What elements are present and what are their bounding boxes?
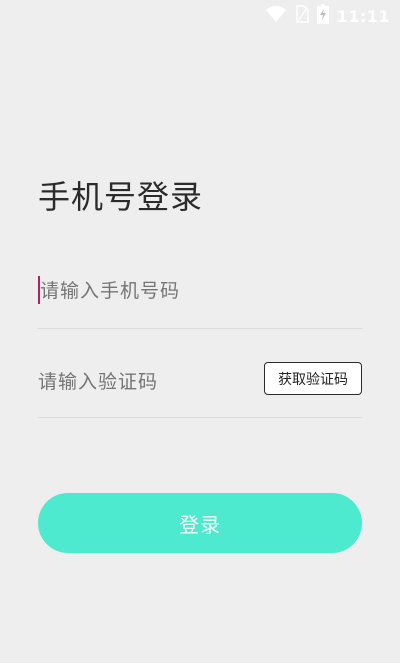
wifi-icon (265, 5, 287, 27)
phone-field (38, 262, 362, 329)
get-code-button[interactable]: 获取验证码 (264, 362, 362, 395)
status-bar: 11:11 (0, 0, 400, 32)
verification-code-field: 获取验证码 (38, 352, 362, 418)
status-time: 11:11 (336, 6, 390, 26)
phone-number-input[interactable] (40, 280, 260, 302)
page-title: 手机号登录 (38, 178, 204, 216)
status-icons: 11:11 (265, 4, 390, 28)
verification-code-input[interactable] (38, 371, 258, 393)
battery-charging-icon (316, 4, 329, 28)
sim-icon (295, 5, 309, 27)
login-button[interactable]: 登录 (38, 493, 362, 553)
